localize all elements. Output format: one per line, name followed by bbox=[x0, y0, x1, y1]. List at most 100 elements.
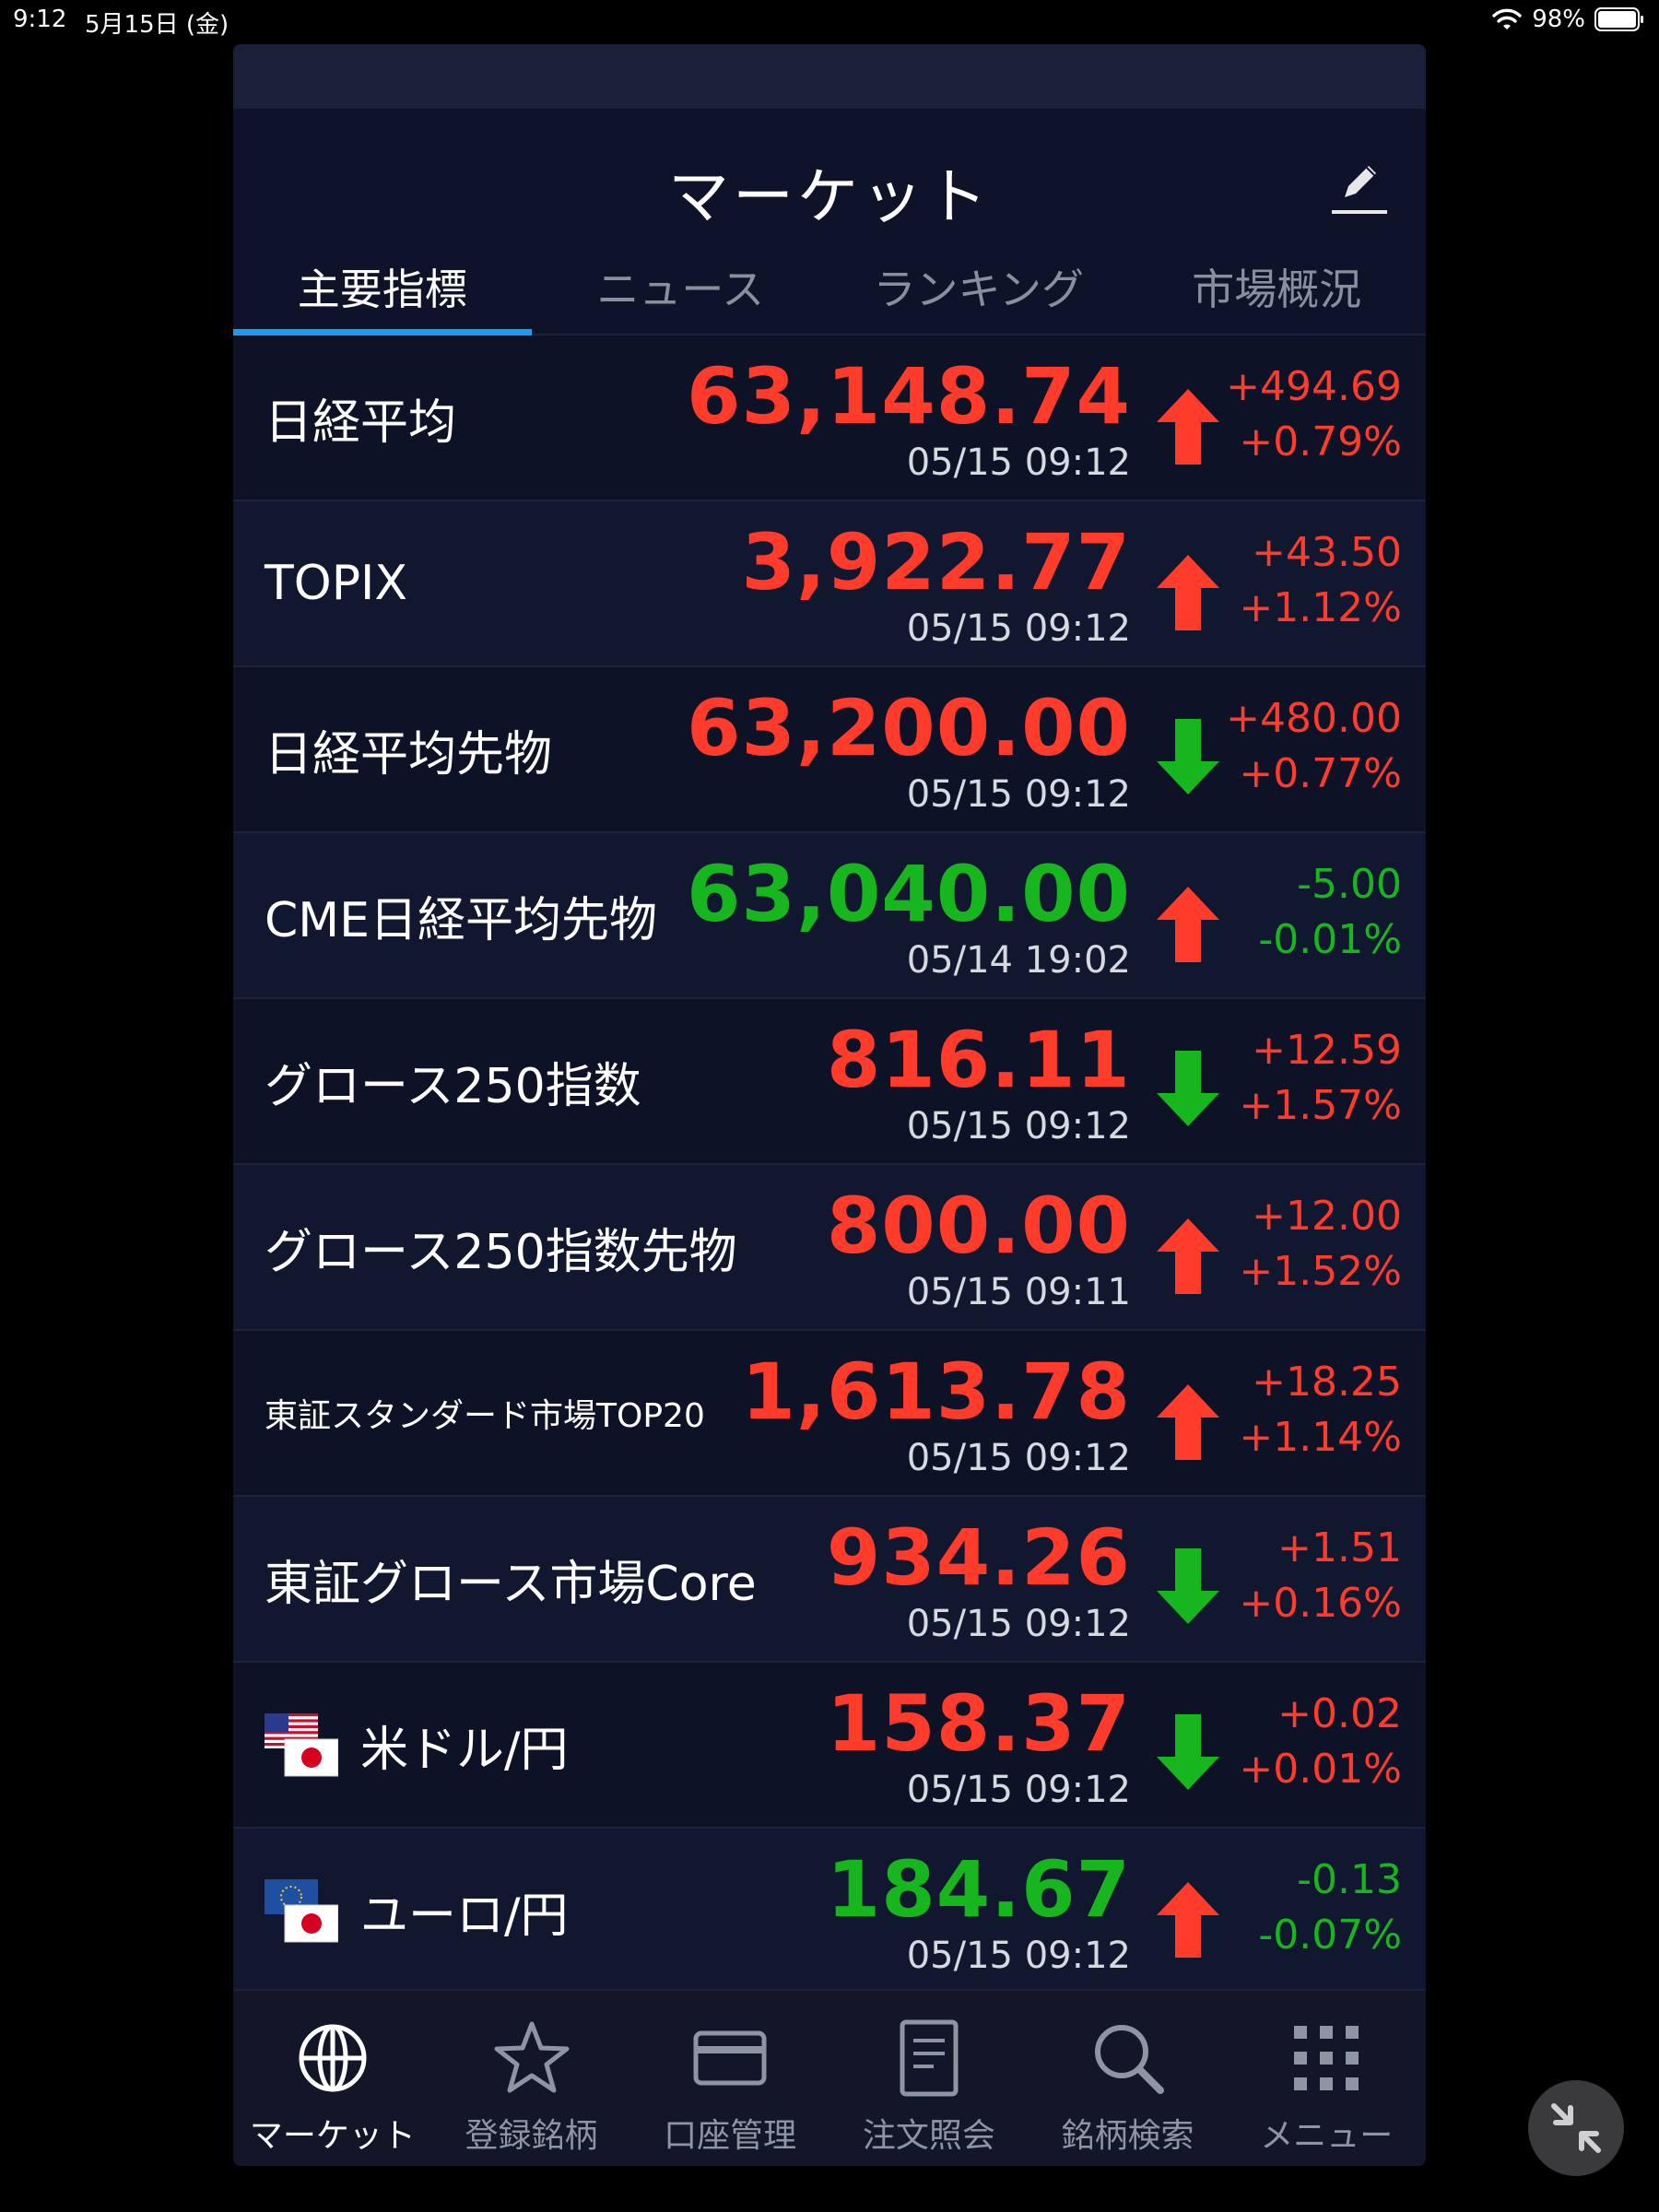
row-timestamp: 05/14 19:02 bbox=[906, 939, 1131, 982]
top-strip bbox=[233, 44, 1426, 109]
market-row[interactable]: TOPIX 3,922.77 05/15 09:12 +43.50 +1.12% bbox=[233, 501, 1426, 667]
shrink-button[interactable] bbox=[1528, 2080, 1624, 2176]
tabbar-label: 注文照会 bbox=[862, 2117, 995, 2155]
arrow-down-icon bbox=[1157, 1051, 1219, 1126]
row-price: 1,613.78 bbox=[741, 1347, 1131, 1437]
market-row[interactable]: 米ドル/円 158.37 05/15 09:12 +0.02 +0.01% bbox=[233, 1663, 1426, 1829]
row-name-label: グロース250指数 bbox=[265, 1058, 641, 1114]
flag-icon bbox=[265, 1712, 339, 1778]
row-timestamp: 05/15 09:12 bbox=[906, 441, 1131, 484]
bottom-tab-bar: マーケット 登録銘柄 口座管理 注文照会 銘柄検索 メニュー bbox=[233, 1989, 1426, 2166]
compress-icon bbox=[1551, 2103, 1601, 2153]
row-name-label: TOPIX bbox=[265, 556, 408, 611]
grid-icon bbox=[1294, 2026, 1359, 2090]
tabbar-orders[interactable]: 注文照会 bbox=[830, 1991, 1029, 2166]
row-name-label: 東証スタンダード市場TOP20 bbox=[265, 1397, 705, 1435]
usd-jpy-flag-icon bbox=[265, 1713, 339, 1777]
row-change: -5.00 bbox=[1297, 861, 1402, 908]
row-name: ユーロ/円 bbox=[265, 1829, 569, 1993]
indices-list: 日経平均 63,148.74 05/15 09:12 +494.69 +0.79% TOP… bbox=[233, 335, 1426, 1994]
row-price: 816.11 bbox=[826, 1015, 1131, 1105]
flag-icon bbox=[265, 1877, 339, 1944]
row-timestamp: 05/15 09:12 bbox=[906, 607, 1131, 650]
arrow-up-icon bbox=[1157, 1218, 1219, 1294]
row-change-percent: +0.77% bbox=[1239, 750, 1402, 797]
row-name: 米ドル/円 bbox=[265, 1663, 569, 1827]
row-name: 日経平均先物 bbox=[265, 667, 552, 831]
tabbar-label: メニュー bbox=[1260, 2117, 1394, 2155]
tabbar-menu[interactable]: メニュー bbox=[1227, 1991, 1426, 2166]
row-change: +494.69 bbox=[1226, 363, 1402, 410]
tab-bar-top: 主要指標 ニュース ランキング 市場概況 bbox=[233, 245, 1426, 335]
row-timestamp: 05/15 09:12 bbox=[906, 1105, 1131, 1147]
row-timestamp: 05/15 09:12 bbox=[906, 773, 1131, 816]
tab-market-overview[interactable]: 市場概況 bbox=[1128, 245, 1427, 334]
row-name-label: 日経平均 bbox=[265, 394, 457, 451]
row-timestamp: 05/15 09:12 bbox=[906, 1935, 1131, 1977]
row-name-label: CME日経平均先物 bbox=[265, 892, 658, 948]
tabbar-label: 銘柄検索 bbox=[1061, 2117, 1194, 2155]
row-change: -0.13 bbox=[1297, 1856, 1402, 1903]
row-price: 158.37 bbox=[826, 1678, 1131, 1769]
row-price: 3,922.77 bbox=[741, 517, 1131, 607]
tabbar-watchlist[interactable]: 登録銘柄 bbox=[432, 1991, 631, 2166]
tab-major-indices[interactable]: 主要指標 bbox=[233, 245, 532, 335]
tabbar-label: 登録銘柄 bbox=[465, 2117, 598, 2155]
battery-icon bbox=[1594, 7, 1643, 31]
row-timestamp: 05/15 09:12 bbox=[906, 1769, 1131, 1811]
row-change-percent: +1.57% bbox=[1239, 1082, 1402, 1129]
market-row[interactable]: 東証グロース市場Core 934.26 05/15 09:12 +1.51 +0.16% bbox=[233, 1497, 1426, 1663]
app-panel: マーケット 主要指標 ニュース ランキング 市場概況 日経平均 63,148.74… bbox=[233, 44, 1426, 2166]
tab-news[interactable]: ニュース bbox=[532, 245, 830, 334]
market-row[interactable]: グロース250指数先物 800.00 05/15 09:11 +12.00 +1.52% bbox=[233, 1165, 1426, 1331]
row-price: 63,148.74 bbox=[687, 351, 1131, 441]
row-change: +12.00 bbox=[1252, 1193, 1402, 1240]
row-name: グロース250指数 bbox=[265, 999, 641, 1163]
tabbar-account[interactable]: 口座管理 bbox=[630, 1991, 830, 2166]
tab-ranking[interactable]: ランキング bbox=[830, 245, 1128, 334]
arrow-down-icon bbox=[1157, 719, 1219, 794]
globe-icon bbox=[299, 2024, 367, 2092]
row-name: 東証グロース市場Core bbox=[265, 1497, 757, 1661]
row-name-label: ユーロ/円 bbox=[360, 1888, 569, 1944]
market-row[interactable]: 日経平均先物 63,200.00 05/15 09:12 +480.00 +0.77% bbox=[233, 667, 1426, 833]
status-time: 9:12 bbox=[13, 6, 67, 33]
tabbar-label: マーケット bbox=[249, 2117, 416, 2155]
market-row[interactable]: 日経平均 63,148.74 05/15 09:12 +494.69 +0.79% bbox=[233, 335, 1426, 501]
arrow-down-icon bbox=[1157, 1714, 1219, 1790]
tabbar-market[interactable]: マーケット bbox=[233, 1991, 432, 2166]
row-name-label: 米ドル/円 bbox=[360, 1722, 569, 1778]
row-change-percent: +0.79% bbox=[1239, 418, 1402, 465]
market-row[interactable]: ユーロ/円 184.67 05/15 09:12 -0.13 -0.07% bbox=[233, 1829, 1426, 1994]
status-date: 5月15日 (金) bbox=[85, 11, 229, 39]
row-change-percent: +1.14% bbox=[1239, 1414, 1402, 1461]
row-name: 東証スタンダード市場TOP20 bbox=[265, 1331, 705, 1495]
row-change: +480.00 bbox=[1226, 695, 1402, 742]
row-change: +43.50 bbox=[1252, 529, 1402, 576]
tabbar-search[interactable]: 銘柄検索 bbox=[1029, 1991, 1228, 2166]
battery-percent: 98% bbox=[1532, 6, 1585, 33]
row-change: +1.51 bbox=[1277, 1524, 1402, 1571]
row-change-percent: +0.01% bbox=[1239, 1746, 1402, 1793]
row-timestamp: 05/15 09:11 bbox=[906, 1271, 1131, 1313]
market-row[interactable]: CME日経平均先物 63,040.00 05/14 19:02 -5.00 -0.01% bbox=[233, 833, 1426, 999]
row-change: +12.59 bbox=[1252, 1027, 1402, 1074]
pencil-icon[interactable] bbox=[1328, 157, 1389, 218]
row-name: CME日経平均先物 bbox=[265, 833, 657, 997]
row-change: +0.02 bbox=[1277, 1690, 1402, 1737]
market-row[interactable]: グロース250指数 816.11 05/15 09:12 +12.59 +1.57% bbox=[233, 999, 1426, 1165]
row-price: 934.26 bbox=[826, 1512, 1131, 1603]
card-icon bbox=[693, 2030, 767, 2086]
arrow-up-icon bbox=[1157, 1384, 1219, 1460]
status-bar: 9:12 5月15日 (金) 98% bbox=[0, 0, 1659, 41]
row-name-label: 東証グロース市場Core bbox=[265, 1556, 757, 1612]
row-name: TOPIX bbox=[265, 501, 407, 665]
arrow-up-icon bbox=[1157, 1882, 1219, 1958]
tabbar-label: 口座管理 bbox=[664, 2117, 797, 2155]
arrow-up-icon bbox=[1157, 555, 1219, 630]
market-row[interactable]: 東証スタンダード市場TOP20 1,613.78 05/15 09:12 +18.25… bbox=[233, 1331, 1426, 1497]
row-change-percent: +1.52% bbox=[1239, 1248, 1402, 1295]
row-change-percent: -0.07% bbox=[1258, 1912, 1402, 1959]
star-icon bbox=[494, 2021, 569, 2093]
row-change-percent: +1.12% bbox=[1239, 584, 1402, 631]
